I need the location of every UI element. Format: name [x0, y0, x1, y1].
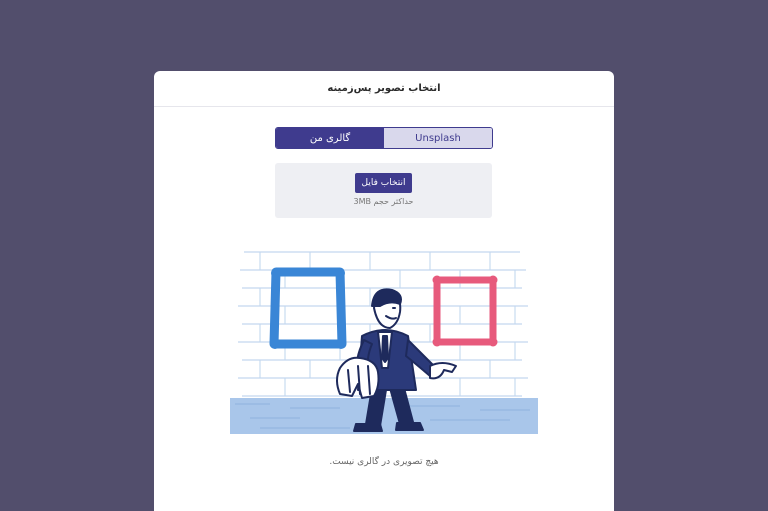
- max-size-hint: حداکثر حجم 3MB: [353, 197, 414, 206]
- background-picker-modal: انتخاب تصویر پس‌زمینه گالری من Unsplash …: [154, 71, 614, 511]
- empty-gallery-illustration: [230, 251, 538, 434]
- tab-my-gallery[interactable]: گالری من: [276, 128, 384, 148]
- source-tabs: گالری من Unsplash: [275, 127, 493, 149]
- pink-frame-icon: [432, 275, 498, 347]
- tab-unsplash[interactable]: Unsplash: [384, 128, 492, 148]
- upload-area: انتخاب فایل حداکثر حجم 3MB: [275, 163, 492, 218]
- modal-title: انتخاب تصویر پس‌زمینه: [327, 83, 441, 94]
- choose-file-button[interactable]: انتخاب فایل: [355, 173, 412, 193]
- modal-header: انتخاب تصویر پس‌زمینه: [154, 71, 614, 107]
- blue-frame-icon: [269, 267, 347, 349]
- empty-gallery-message: هیچ تصویری در گالری نیست.: [329, 457, 439, 467]
